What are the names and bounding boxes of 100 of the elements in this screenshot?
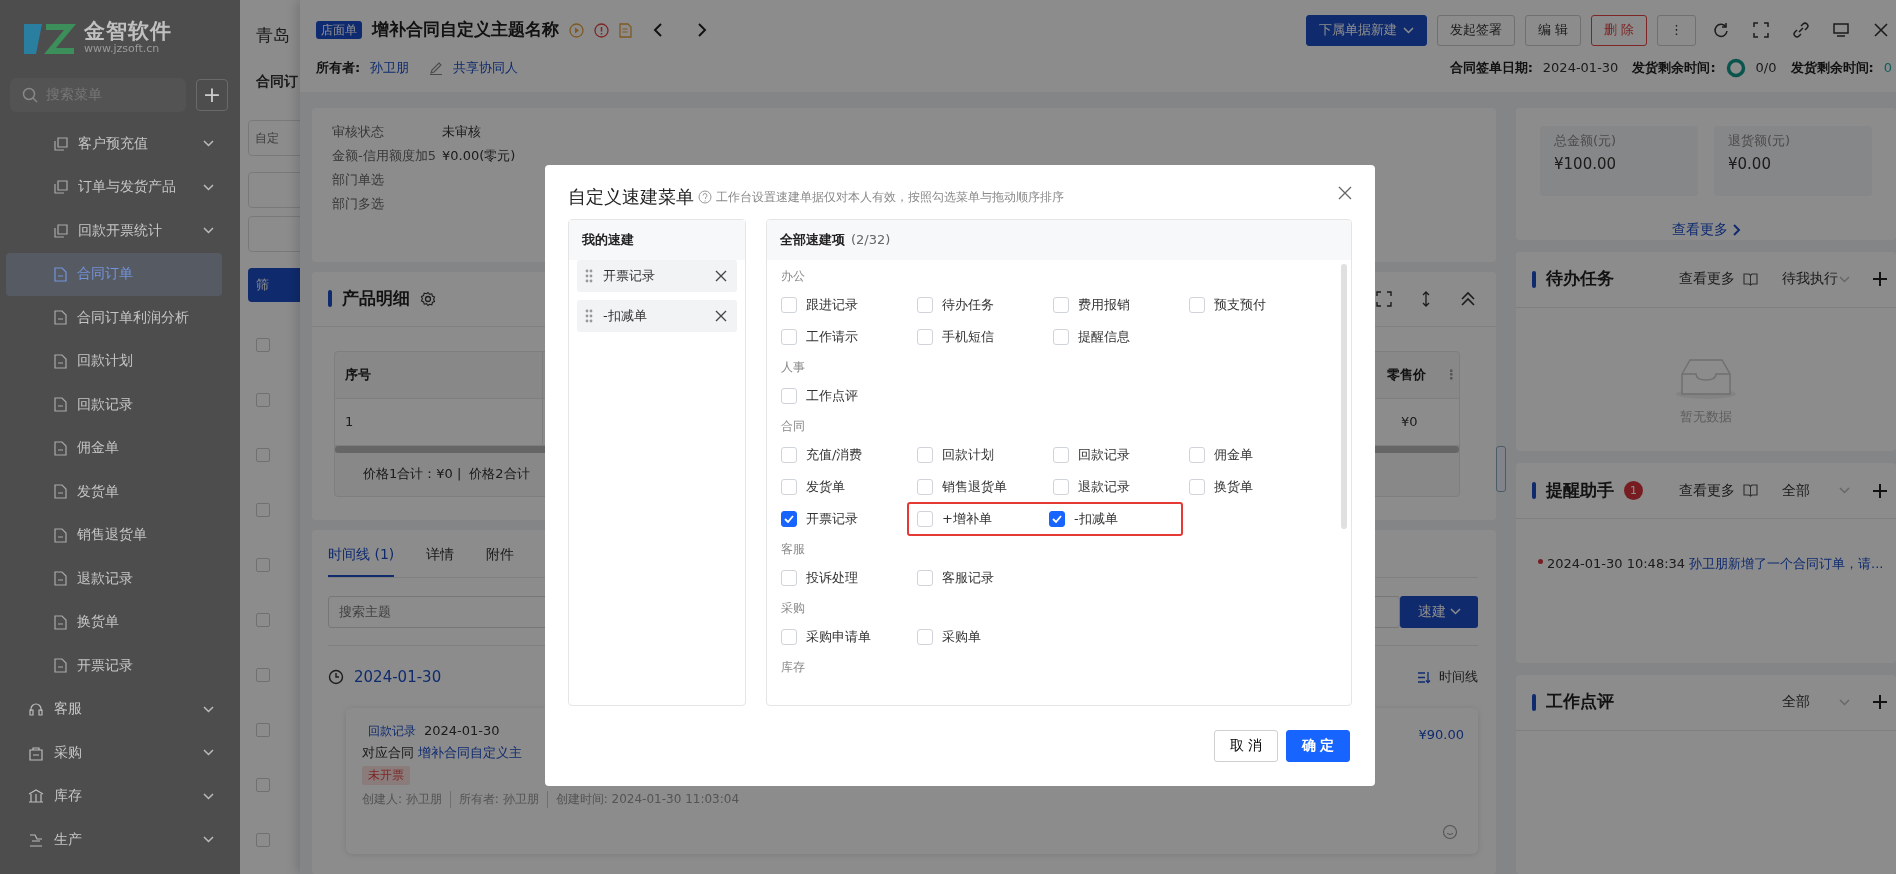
plus-icon[interactable] — [1872, 694, 1888, 711]
drag-handle-icon[interactable] — [585, 309, 593, 323]
book-icon — [1743, 272, 1758, 286]
action-button[interactable]: 编 辑 — [1524, 14, 1581, 46]
filter-dropdown[interactable]: 全部 — [1782, 692, 1850, 712]
more-button[interactable]: ⋮ — [1657, 14, 1696, 46]
row-checkbox[interactable] — [256, 778, 270, 792]
chevron-right-icon[interactable] — [696, 22, 708, 38]
filter-dropdown[interactable]: 全部 — [1782, 480, 1850, 501]
building-icon — [28, 788, 44, 805]
row-checkbox[interactable] — [256, 613, 270, 627]
tab[interactable]: 时间线 (1) — [328, 545, 395, 577]
table-cell: ¥0 — [1401, 413, 1418, 429]
view-more-link[interactable]: 查看更多 — [1679, 269, 1735, 289]
section-bar — [328, 290, 332, 308]
sidebar-item[interactable]: 合同订单利润分析 — [6, 296, 222, 340]
sidebar-item[interactable]: 库存 — [6, 774, 222, 818]
row-checkbox[interactable] — [256, 833, 270, 847]
close-icon[interactable] — [1873, 22, 1889, 38]
row-checkbox[interactable] — [256, 503, 270, 517]
plus-icon[interactable] — [1872, 271, 1888, 288]
sidebar-item[interactable]: 订单与发货产品 — [6, 165, 222, 209]
help-icon[interactable] — [698, 190, 712, 204]
sidebar-item[interactable]: 回款记录 — [6, 383, 222, 427]
remove-icon[interactable] — [715, 270, 727, 282]
sidebar-item[interactable]: 佣金单 — [6, 426, 222, 470]
record-title: 增补合同自定义主题名称 — [372, 18, 559, 42]
vertical-scrollbar[interactable] — [1341, 264, 1347, 529]
sidebar-item[interactable]: 退款记录 — [6, 557, 222, 601]
plus-icon[interactable] — [1872, 482, 1888, 499]
row-checkbox[interactable] — [256, 558, 270, 572]
tab[interactable]: 详情 — [426, 545, 455, 577]
confirm-button[interactable]: 确 定 — [1286, 730, 1350, 762]
double-chevron-up-icon[interactable] — [1460, 291, 1476, 307]
monitor-icon[interactable] — [1833, 22, 1849, 38]
checkbox[interactable] — [1049, 511, 1065, 527]
chevron-down-icon — [203, 705, 214, 713]
gear-icon[interactable] — [420, 291, 436, 307]
section-title: 产品明细 — [342, 287, 410, 311]
stat-label: 退货额(元) — [1728, 132, 1792, 150]
sidebar-item[interactable]: 发货单 — [6, 470, 222, 514]
comment-icon[interactable] — [1442, 824, 1458, 840]
row-checkbox[interactable] — [256, 393, 270, 407]
remove-icon[interactable] — [715, 310, 727, 322]
sidebar-item[interactable]: 客户预充值 — [6, 122, 222, 166]
owner-link[interactable]: 孙卫朋 — [370, 58, 410, 78]
row-checkbox[interactable] — [256, 668, 270, 682]
sort-icon[interactable] — [1417, 670, 1431, 684]
sidebar-item[interactable]: 客服 — [6, 687, 222, 731]
checkbox-label: 退款记录 — [1078, 477, 1130, 496]
filter-field[interactable]: 自定 — [248, 120, 300, 156]
headset-icon — [28, 701, 44, 718]
pages-icon — [54, 223, 68, 238]
view-more-link[interactable]: 查看更多 — [1671, 220, 1728, 240]
field-label: 金额-信用额度加5 — [332, 147, 436, 166]
checkbox-label: 充值/消费 — [806, 445, 863, 464]
action-button[interactable]: 删 除 — [1590, 14, 1647, 46]
record-type-link[interactable]: 回款记录 — [368, 722, 416, 740]
sidebar-item[interactable]: 开票记录 — [6, 644, 222, 688]
view-more-link[interactable]: 查看更多 — [1679, 480, 1735, 501]
drag-handle-icon[interactable] — [585, 269, 593, 283]
sidebar-item[interactable]: 采购 — [6, 731, 222, 775]
chevron-left-icon[interactable] — [652, 22, 664, 38]
sidebar-item[interactable]: 回款计划 — [6, 339, 222, 383]
tab[interactable]: 附件 — [486, 545, 515, 577]
filter-button[interactable]: 筛 — [248, 268, 300, 302]
sidebar-item[interactable]: 换货单 — [6, 600, 222, 644]
fullscreen-icon[interactable] — [1753, 22, 1769, 38]
cancel-button[interactable]: 取 消 — [1214, 730, 1278, 762]
alert-circle-icon[interactable] — [594, 22, 609, 38]
sidebar-item[interactable]: 回款开票统计 — [6, 209, 222, 253]
document-icon — [54, 440, 67, 456]
share-link[interactable]: 共享协同人 — [453, 58, 519, 78]
sidebar-item[interactable]: 销售退货单 — [6, 513, 222, 557]
action-button[interactable]: 发起签署 — [1436, 14, 1515, 46]
checkbox-label: 投诉处理 — [806, 568, 858, 587]
refresh-icon[interactable] — [1713, 22, 1729, 38]
filter-dropdown[interactable]: 待我执行 — [1782, 269, 1850, 289]
row-checkbox[interactable] — [256, 448, 270, 462]
link-icon[interactable] — [1793, 22, 1809, 38]
collapse-handle[interactable] — [1496, 446, 1506, 492]
add-button[interactable]: + — [196, 79, 228, 111]
reminder-link[interactable]: 孙卫朋新增了一个合同订单，请... — [1689, 555, 1884, 574]
checkbox-label: 回款计划 — [942, 445, 994, 464]
checkbox[interactable] — [781, 511, 797, 527]
fullscreen-icon[interactable] — [1376, 291, 1392, 307]
quick-create-button[interactable]: 速建 — [1400, 595, 1478, 628]
row-checkbox[interactable] — [256, 723, 270, 737]
document-icon[interactable] — [619, 22, 632, 38]
chevron-right-icon[interactable] — [1731, 222, 1741, 237]
view-toggle[interactable]: 时间线 — [1439, 667, 1478, 687]
contract-link[interactable]: 增补合同自定义主 — [418, 744, 522, 763]
row-checkbox[interactable] — [256, 338, 270, 352]
shortcut-chip[interactable]: 开票记录 — [577, 260, 737, 292]
sidebar-item[interactable]: 生产 — [6, 818, 222, 862]
document-icon — [54, 614, 67, 630]
play-circle-icon[interactable] — [569, 22, 584, 38]
pen-icon[interactable] — [429, 61, 444, 75]
action-button[interactable]: 下属单据新建 — [1305, 14, 1427, 46]
shortcut-chip[interactable]: -扣减单 — [577, 300, 737, 332]
